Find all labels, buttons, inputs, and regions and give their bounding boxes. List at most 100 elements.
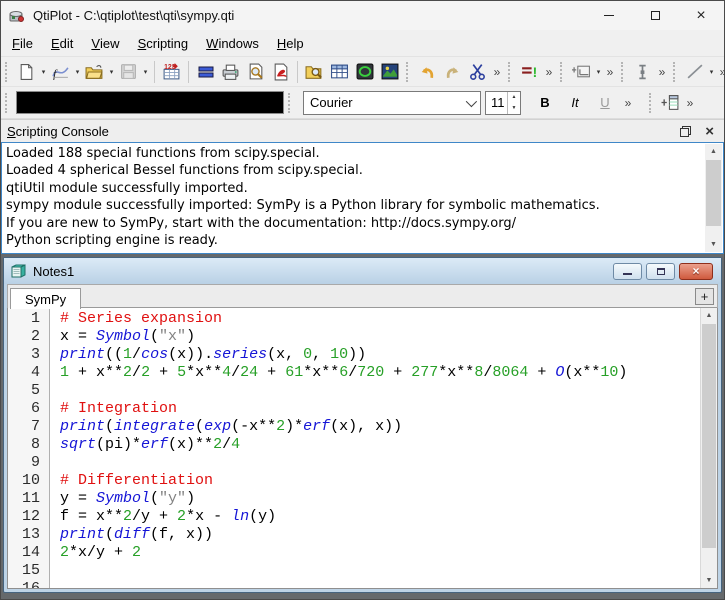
close-button[interactable]: ×	[678, 1, 724, 30]
save-floppy-icon	[120, 63, 137, 80]
open-caret[interactable]: ▾	[107, 68, 116, 76]
toolbar-drag-handle[interactable]	[5, 62, 11, 82]
minimize-button[interactable]	[586, 1, 632, 30]
console-dock-title: Scripting Console	[7, 124, 109, 139]
line-number-gutter: 12345678910111213141516	[8, 308, 50, 588]
console-output-area[interactable]: Loaded 188 special functions from scipy.…	[1, 142, 724, 254]
spin-down-icon[interactable]: ▼	[508, 103, 520, 114]
maximize-button[interactable]	[632, 1, 678, 30]
script-run-button[interactable]: !	[517, 59, 542, 85]
menu-windows[interactable]: Windows	[197, 30, 268, 56]
annotation-toolbar-overflow[interactable]: »	[655, 65, 669, 79]
notes-close-button[interactable]: ×	[679, 263, 713, 280]
text-color-button[interactable]	[16, 91, 284, 114]
code-editor[interactable]: 12345678910111213141516 # Series expansi…	[7, 308, 718, 589]
console-line: Python scripting engine is ready.	[6, 232, 703, 249]
draw-line-button[interactable]	[682, 59, 707, 85]
add-layer-button[interactable]	[569, 59, 594, 85]
console-close-button[interactable]: ×	[705, 123, 714, 140]
add-column-button[interactable]	[658, 90, 683, 116]
line-number: 6	[8, 400, 49, 418]
layer-toolbar-overflow[interactable]: »	[603, 65, 617, 79]
line-number: 13	[8, 526, 49, 544]
draw-line-caret[interactable]: ▾	[707, 68, 716, 76]
toolbar-drag-handle[interactable]	[649, 93, 655, 113]
notes-restore-button[interactable]	[646, 263, 675, 280]
script-lines-icon	[522, 68, 532, 72]
add-text-button[interactable]	[630, 59, 655, 85]
add-layer-caret[interactable]: ▾	[594, 68, 603, 76]
scroll-up-icon[interactable]: ▲	[705, 144, 722, 159]
undo-button[interactable]	[415, 59, 440, 85]
scrollbar-thumb[interactable]	[702, 324, 716, 548]
add-tab-button[interactable]: +	[695, 288, 714, 305]
code-text[interactable]: # Series expansionx = Symbol("x")print((…	[50, 308, 717, 588]
menu-scripting[interactable]: Scripting	[129, 30, 198, 56]
new-project-button[interactable]	[14, 59, 39, 85]
toolbar-separator	[188, 61, 189, 83]
draw-toolbar-overflow[interactable]: »	[716, 65, 725, 79]
notes-window-title: Notes1	[33, 264, 74, 279]
notes-window: Notes1 × SymPy + 12345678910111213141516…	[3, 257, 722, 593]
notes-minimize-button[interactable]	[613, 263, 642, 280]
toolbar-drag-handle[interactable]	[5, 93, 11, 113]
duplicate-window-button[interactable]	[193, 59, 218, 85]
toolbar-drag-handle[interactable]	[673, 62, 679, 82]
image-plot-button[interactable]	[377, 59, 402, 85]
format-toolbar-overflow[interactable]: »	[621, 96, 635, 110]
import-ascii-button[interactable]: 123	[159, 59, 184, 85]
editor-scrollbar[interactable]: ▲ ▼	[700, 308, 717, 588]
menu-help[interactable]: Help	[268, 30, 313, 56]
toolbar-drag-handle[interactable]	[508, 62, 514, 82]
cut-button[interactable]	[465, 59, 490, 85]
scroll-down-icon[interactable]: ▼	[701, 573, 717, 588]
table-toolbar-overflow[interactable]: »	[683, 96, 697, 110]
toolbar-drag-handle[interactable]	[560, 62, 566, 82]
notes-title-bar[interactable]: Notes1 ×	[4, 258, 721, 284]
print-preview-button[interactable]	[243, 59, 268, 85]
scrollbar-thumb[interactable]	[706, 160, 721, 226]
save-caret[interactable]: ▾	[141, 68, 150, 76]
redo-button[interactable]	[440, 59, 465, 85]
script-toolbar-overflow[interactable]: »	[542, 65, 556, 79]
export-pdf-button[interactable]	[268, 59, 293, 85]
underline-button[interactable]: U	[593, 91, 617, 115]
toolbar-drag-handle[interactable]	[406, 62, 412, 82]
mdi-workspace: Notes1 × SymPy + 12345678910111213141516…	[1, 254, 724, 599]
font-size-stepper[interactable]: 11 ▲ ▼	[485, 91, 521, 115]
spin-up-icon[interactable]: ▲	[508, 92, 520, 103]
new-function-plot-button[interactable]: f	[48, 59, 73, 85]
save-project-button[interactable]	[116, 59, 141, 85]
results-log-button[interactable]	[327, 59, 352, 85]
edit-toolbar-overflow[interactable]: »	[490, 65, 504, 79]
italic-button[interactable]: It	[563, 91, 587, 115]
toolbar-drag-handle[interactable]	[621, 62, 627, 82]
format-toolbar: Courier 11 ▲ ▼ B It U » »	[1, 86, 724, 119]
line-number: 16	[8, 580, 49, 588]
console-line: Loaded 4 spherical Bessel functions from…	[6, 162, 703, 179]
bold-button[interactable]: B	[533, 91, 557, 115]
window-title: QtiPlot - C:\qtiplot\test\qti\sympy.qti	[33, 8, 234, 23]
new-project-caret[interactable]: ▾	[39, 68, 48, 76]
console-float-button[interactable]	[680, 126, 691, 137]
menu-file[interactable]: File	[3, 30, 42, 56]
menu-view[interactable]: View	[82, 30, 128, 56]
toolbar-drag-handle[interactable]	[288, 93, 294, 113]
new-document-icon	[18, 63, 35, 81]
menu-edit[interactable]: Edit	[42, 30, 82, 56]
scripting-console-button[interactable]	[352, 59, 377, 85]
font-family-select[interactable]: Courier	[303, 91, 481, 115]
code-line: print((1/cos(x)).series(x, 0, 10))	[60, 346, 697, 364]
code-line: sqrt(pi)*erf(x)**2/4	[60, 436, 697, 454]
new-plot-caret[interactable]: ▾	[73, 68, 82, 76]
scroll-down-icon[interactable]: ▼	[705, 237, 722, 252]
open-project-button[interactable]	[82, 59, 107, 85]
open-folder-icon	[85, 63, 104, 81]
project-explorer-button[interactable]	[302, 59, 327, 85]
line-icon	[686, 63, 704, 80]
scroll-up-icon[interactable]: ▲	[701, 308, 717, 323]
print-button[interactable]	[218, 59, 243, 85]
toolbar-separator	[297, 61, 298, 83]
console-scrollbar[interactable]: ▲ ▼	[705, 144, 722, 252]
tab-sympy[interactable]: SymPy	[10, 288, 81, 309]
